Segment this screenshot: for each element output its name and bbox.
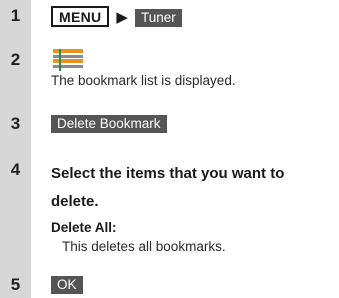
tuner-softkey: Tuner [134,9,182,27]
ok-softkey: OK [51,276,83,294]
instruction-line-1: Select the items that you want to [51,165,285,182]
step-5: OK [51,276,83,294]
step-3: Delete Bookmark [51,115,167,133]
step-number-3: 3 [10,114,21,133]
step-number-1: 1 [10,6,21,25]
step-1: MENU ▶ Tuner [51,6,182,27]
menu-key: MENU [51,6,110,27]
step-number-5: 5 [10,275,21,294]
step-number-2: 2 [10,50,21,69]
delete-bookmark-softkey: Delete Bookmark [51,115,167,133]
arrow-right-icon: ▶ [116,9,128,26]
step-4-instruction: Select the items that you want to delete… [51,160,284,216]
instruction-line-2: delete. [51,193,99,210]
step-number-bar [0,0,31,298]
step-number-4: 4 [10,160,21,179]
bookmark-list-icon [53,49,83,71]
option-description: This deletes all bookmarks. [62,239,226,254]
option-title: Delete All: [51,220,117,235]
step-2-description: The bookmark list is displayed. [51,73,236,88]
